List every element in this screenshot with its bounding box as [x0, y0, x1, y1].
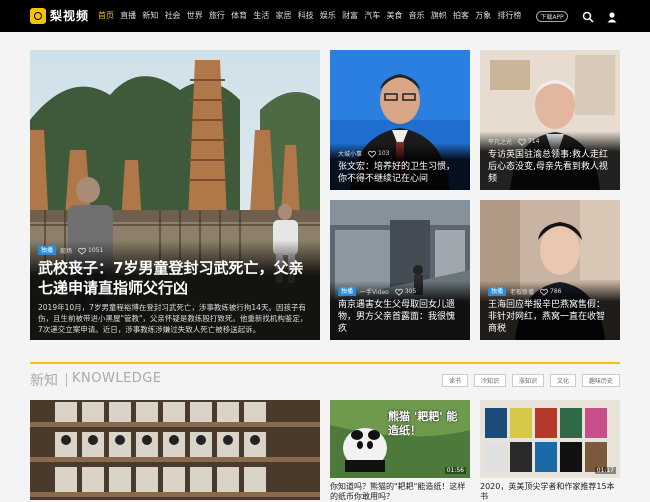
featured-description: 2019年10月，7岁男童程裕博在登封习武死亡，涉事教练被行拘14天。因孩子有伤…	[38, 303, 308, 334]
featured-source[interactable]: 现场	[60, 246, 72, 255]
card-source[interactable]: 大城小事	[338, 149, 362, 158]
nav-item[interactable]: 拍客	[453, 10, 469, 21]
top-navigation-bar: 梨视频 首页 直播 新知 社会 世界 旅行 体育 生活 家居 科技 娱乐 财富 汽车 美食 音乐 旗帜 拍客 万象…	[0, 0, 650, 32]
nav-item[interactable]: 首页	[98, 10, 114, 21]
knowledge-card-title[interactable]: 你知道吗？熊猫的"耙耙"能造纸！这样的纸币你敢用吗？	[330, 482, 470, 502]
featured-video-card[interactable]: 独播 现场 1051 武校丧子：7岁男童登封习武死亡，父亲七递申请直指师父行凶 …	[30, 50, 320, 340]
heart-icon	[518, 138, 526, 146]
knowledge-card[interactable]: 01:17	[480, 400, 620, 478]
nav-item[interactable]: 世界	[187, 10, 203, 21]
exclusive-tag: 独播	[338, 287, 357, 296]
featured-meta: 独播 现场 1051	[38, 246, 312, 255]
card-source[interactable]: 一手Video	[360, 287, 389, 296]
heart-icon	[395, 288, 403, 296]
exclusive-tag: 独播	[38, 246, 57, 255]
video-card[interactable]: 独播 老板联播 786 王海回应举报辛巴燕窝售假：非针对网红，燕窝一直在收智商税	[480, 200, 620, 340]
user-icon[interactable]	[606, 11, 618, 23]
nav-item[interactable]: 美食	[386, 10, 402, 21]
knowledge-section-header: 新知 KNOWLEDGE 读书 冷知识 涨知识 文化 趣味历史	[30, 362, 620, 398]
featured-likes-count: 1051	[88, 247, 104, 254]
video-card[interactable]: 独播 一手Video 305 南京遇害女生父母取回女儿遗物，男方父亲首露面：我很…	[330, 200, 470, 340]
featured-caption: 独播 现场 1051 武校丧子：7岁男童登封习武死亡，父亲七递申请直指师父行凶 …	[30, 240, 320, 340]
nav-item[interactable]: 音乐	[409, 10, 425, 21]
card-title[interactable]: 张文宏：培养好的卫生习惯，你不得不继续记在心间	[338, 161, 462, 185]
video-duration: 01:17	[594, 467, 616, 474]
main-nav: 首页 直播 新知 社会 世界 旅行 体育 生活 家居 科技 娱乐 财富 汽车 美食 音乐 旗帜 拍客 万象 排行榜	[98, 10, 528, 21]
card-title[interactable]: 王海回应举报辛巴燕窝售假：非针对网红，燕窝一直在收智商税	[488, 299, 612, 335]
heart-icon	[368, 150, 376, 158]
card-likes-count: 714	[528, 138, 540, 145]
card-likes-count: 305	[404, 288, 417, 295]
section-title-en: KNOWLEDGE	[72, 371, 162, 386]
card-source[interactable]: 老板联播	[510, 287, 534, 296]
nav-item[interactable]: 体育	[231, 10, 247, 21]
featured-title[interactable]: 武校丧子：7岁男童登封习武死亡，父亲七递申请直指师父行凶	[38, 258, 312, 298]
card-meta: 平凡之光 714	[488, 137, 612, 146]
nav-item[interactable]: 汽车	[364, 10, 380, 21]
knowledge-thumbnail	[30, 400, 320, 500]
nav-item[interactable]: 娱乐	[320, 10, 336, 21]
card-meta: 大城小事 103	[338, 149, 462, 158]
topic-chip[interactable]: 文化	[549, 374, 576, 387]
exclusive-tag: 独播	[488, 287, 507, 296]
card-likes: 786	[540, 288, 561, 296]
video-overlay-text: 熊猫 '耙耙' 能造纸！	[388, 410, 458, 437]
nav-item[interactable]: 家居	[276, 10, 292, 21]
topic-chip[interactable]: 趣味历史	[581, 374, 620, 387]
card-source[interactable]: 平凡之光	[488, 137, 512, 146]
heart-icon	[78, 247, 86, 255]
video-card[interactable]: 平凡之光 714 专访英国驻渝总领事:救人走红后心态没变,母亲先看到救人视频	[480, 50, 620, 190]
knowledge-card-title[interactable]: 2020，英美顶尖学者和作家推荐15本书	[480, 482, 620, 502]
nav-item[interactable]: 排行榜	[497, 10, 521, 21]
download-app-button[interactable]: 下载APP	[536, 11, 568, 22]
topic-chips: 读书 冷知识 涨知识 文化 趣味历史	[436, 374, 620, 387]
logo-icon	[30, 7, 46, 24]
card-likes: 305	[395, 288, 416, 296]
card-title[interactable]: 南京遇害女生父母取回女儿遗物，男方父亲首露面：我很愧疚	[338, 299, 462, 335]
featured-likes: 1051	[78, 247, 103, 255]
nav-item[interactable]: 万象	[475, 10, 491, 21]
card-caption: 独播 一手Video 305 南京遇害女生父母取回女儿遗物，男方父亲首露面：我很…	[330, 281, 470, 340]
site-logo[interactable]: 梨视频	[30, 7, 89, 24]
nav-item[interactable]: 生活	[253, 10, 269, 21]
card-caption: 独播 老板联播 786 王海回应举报辛巴燕窝售假：非针对网红，燕窝一直在收智商税	[480, 281, 620, 340]
topic-chip[interactable]: 冷知识	[473, 374, 506, 387]
nav-item[interactable]: 旅行	[209, 10, 225, 21]
nav-item[interactable]: 旗帜	[431, 10, 447, 21]
section-divider	[66, 373, 67, 387]
card-title[interactable]: 专访英国驻渝总领事:救人走红后心态没变,母亲先看到救人视频	[488, 149, 612, 185]
card-caption: 大城小事 103 张文宏：培养好的卫生习惯，你不得不继续记在心间	[330, 143, 470, 190]
card-meta: 独播 老板联播 786	[488, 287, 612, 296]
section-title[interactable]: 新知	[30, 370, 58, 390]
nav-item[interactable]: 财富	[342, 10, 358, 21]
knowledge-card[interactable]: 熊猫 '耙耙' 能造纸！ 01:56	[330, 400, 470, 478]
topic-chip[interactable]: 涨知识	[511, 374, 544, 387]
nav-item[interactable]: 社会	[165, 10, 181, 21]
nav-item[interactable]: 直播	[120, 10, 136, 21]
nav-item[interactable]: 科技	[298, 10, 314, 21]
card-meta: 独播 一手Video 305	[338, 287, 462, 296]
nav-item[interactable]: 新知	[142, 10, 158, 21]
search-icon[interactable]	[582, 11, 594, 23]
card-likes-count: 103	[378, 150, 390, 157]
knowledge-card[interactable]	[30, 400, 320, 500]
heart-icon	[540, 288, 548, 296]
card-likes: 714	[518, 138, 539, 146]
logo-text: 梨视频	[50, 9, 90, 23]
card-likes-count: 786	[550, 288, 562, 295]
card-likes: 103	[368, 150, 389, 158]
video-card[interactable]: 大城小事 103 张文宏：培养好的卫生习惯，你不得不继续记在心间	[330, 50, 470, 190]
video-duration: 01:56	[444, 467, 466, 474]
topic-chip[interactable]: 读书	[441, 374, 468, 387]
card-caption: 平凡之光 714 专访英国驻渝总领事:救人走红后心态没变,母亲先看到救人视频	[480, 131, 620, 190]
